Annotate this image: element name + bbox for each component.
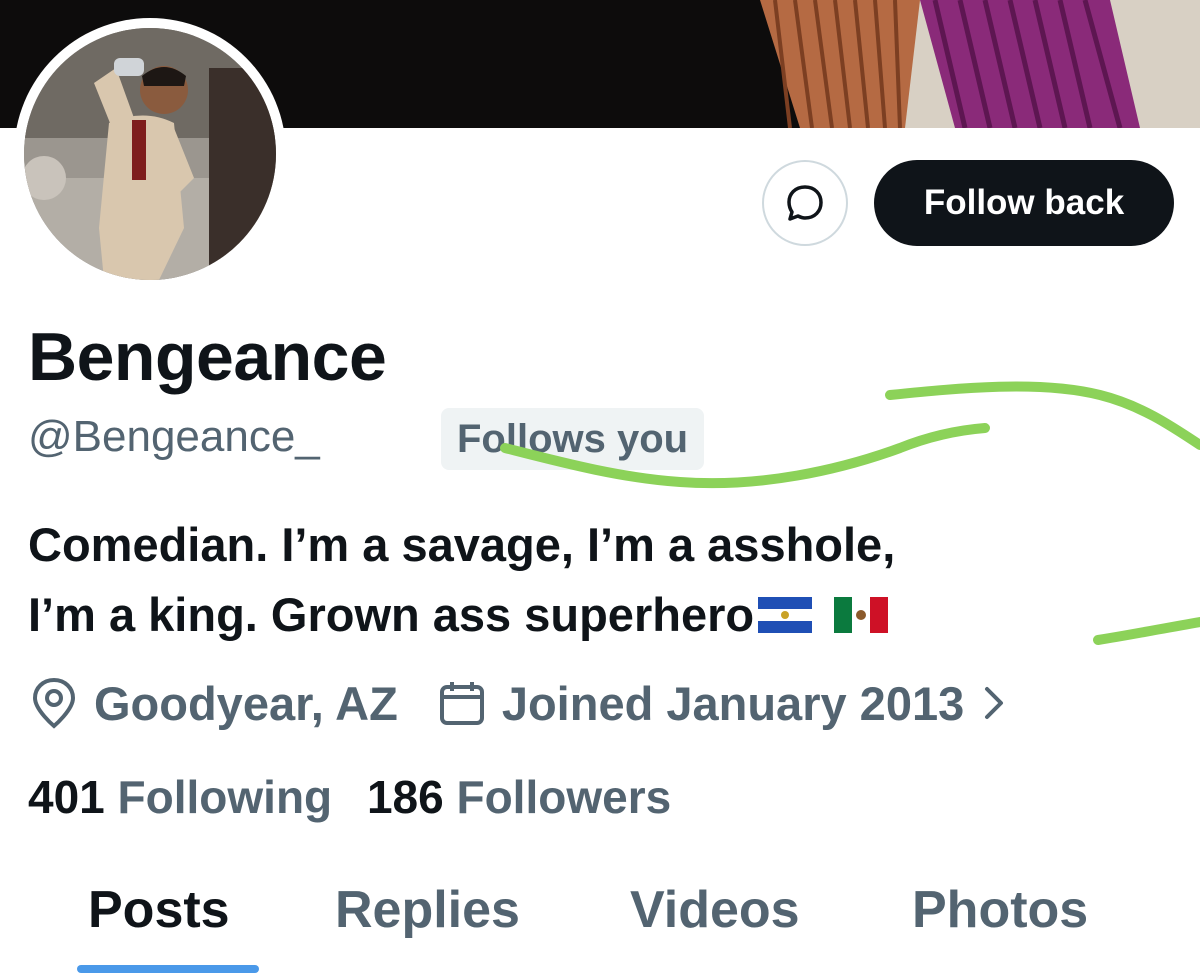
followers-link[interactable]: 186 Followers: [367, 771, 671, 823]
bio-line-1: Comedian. I’m a savage, I’m a asshole,: [28, 518, 896, 571]
bio-line-2-text: I’m a king. Grown ass superhero: [28, 588, 755, 641]
tab-posts[interactable]: Posts: [88, 880, 230, 940]
mexico-flag-icon: [834, 597, 889, 633]
follow-counts: 401 Following 186 Followers: [28, 770, 671, 824]
joined-item[interactable]: Joined January 2013: [436, 676, 1020, 731]
bio: Comedian. I’m a savage, I’m a asshole, I…: [28, 510, 1148, 650]
tab-videos[interactable]: Videos: [630, 880, 800, 940]
following-label: Following: [117, 771, 333, 823]
following-count: 401: [28, 771, 105, 823]
display-name: Bengeance: [28, 319, 387, 395]
bio-line-2: I’m a king. Grown ass superhero: [28, 580, 1148, 650]
avatar[interactable]: [14, 18, 286, 290]
tab-photos[interactable]: Photos: [912, 880, 1088, 940]
following-link[interactable]: 401 Following: [28, 771, 332, 823]
follows-you-badge: Follows you: [441, 408, 705, 470]
el-salvador-flag-icon: [758, 597, 813, 633]
profile-handle: @Bengeance_: [28, 412, 320, 461]
message-button[interactable]: [762, 160, 848, 246]
location-pin-icon: [32, 677, 76, 729]
active-tab-indicator: [77, 965, 259, 973]
follow-back-button[interactable]: Follow back: [874, 160, 1174, 246]
location-item: Goodyear, AZ: [28, 675, 398, 731]
location-text: Goodyear, AZ: [94, 676, 398, 730]
joined-text: Joined January 2013: [501, 676, 965, 730]
profile-tabs: Posts Replies Videos Photos: [0, 870, 1200, 973]
chevron-right-icon: [985, 687, 1004, 719]
tab-replies[interactable]: Replies: [335, 880, 520, 940]
followers-count: 186: [366, 771, 444, 823]
profile-meta: Goodyear, AZ Joined January 2013: [28, 668, 1020, 738]
followers-label: Followers: [456, 771, 672, 823]
calendar-icon: [439, 682, 484, 725]
avatar-photo: [24, 28, 276, 280]
chat-bubble-icon: [787, 185, 823, 221]
